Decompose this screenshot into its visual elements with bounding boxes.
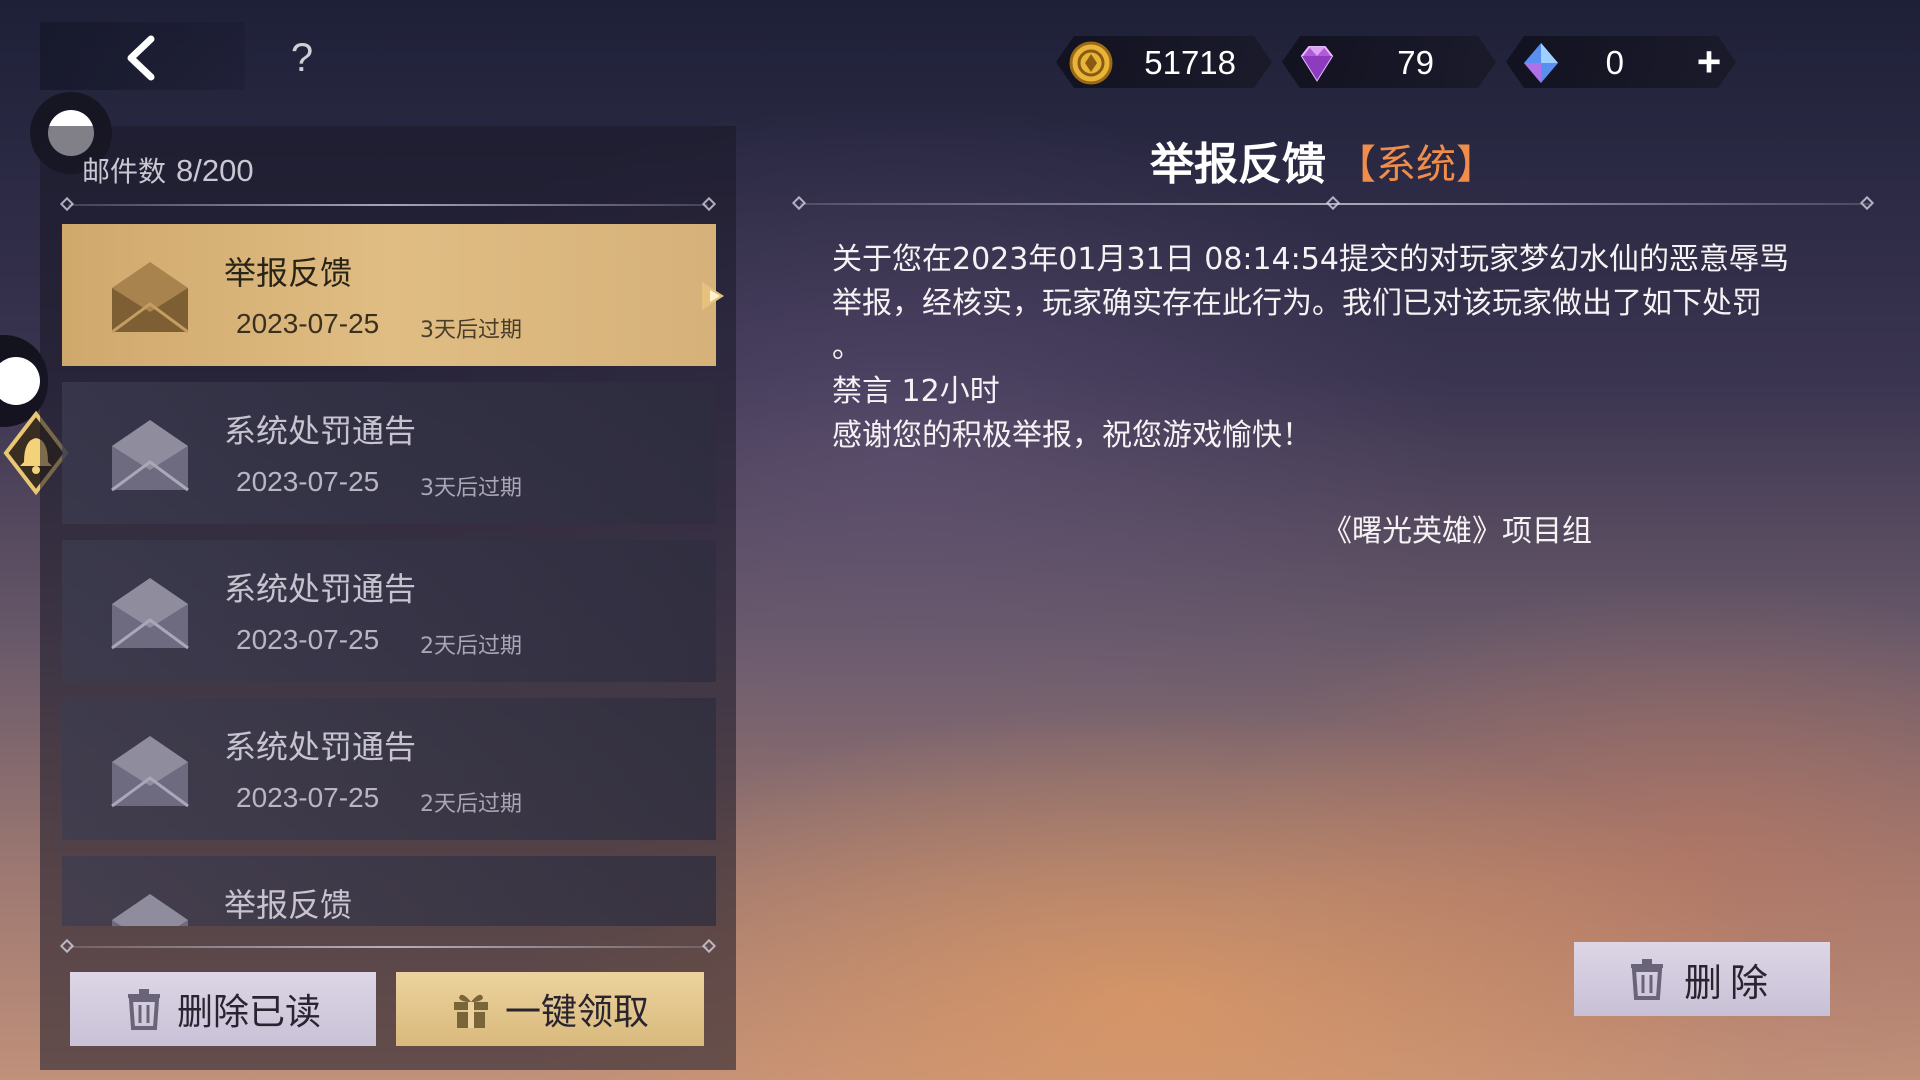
diamond-amount: 79 [1397, 44, 1434, 81]
mail-item-expire: 3天后过期 [420, 476, 522, 501]
mail-count-label: 邮件数 [82, 155, 167, 188]
mail-item[interactable]: 系统处罚通告 2023-07-25 3天后过期 [62, 382, 716, 524]
mail-item-date: 2023-07-25 [236, 624, 380, 655]
trash-icon [1630, 959, 1663, 1000]
envelope-icon [111, 262, 189, 334]
selected-indicator-icon [702, 282, 724, 310]
body-line: 感谢您的积极举报，祝您游戏愉快！ [832, 418, 1312, 453]
mail-item-date: 2023-07-25 [236, 308, 380, 339]
mail-item-expire: 3天后过期 [420, 318, 522, 343]
delete-mail-label: 删除 [1683, 960, 1776, 1005]
body-line: 关于您在2023年01月31日 08:14:54提交的对玩家梦幻水仙的恶意辱骂 [832, 242, 1789, 277]
claim-all-button[interactable]: 一键领取 [396, 972, 704, 1046]
mail-item-expire: 2天后过期 [420, 792, 522, 817]
body-line: 举报，经核实，玩家确实存在此行为。我们已对该玩家做出了如下处罚 [832, 286, 1762, 321]
envelope-icon [112, 894, 188, 926]
mail-detail-tag: 【系统】 [1336, 142, 1496, 188]
help-button[interactable]: ? [282, 34, 322, 82]
body-line: 。 [832, 330, 862, 365]
divider-end [791, 195, 807, 211]
blue-crystal-icon [1518, 40, 1564, 86]
mail-count: 邮件数 8/200 [82, 150, 254, 190]
mail-item-date: 2023-07-25 [236, 466, 380, 497]
mail-item[interactable]: 举报反馈 2023-07-25 3天后过期 [62, 224, 716, 366]
mail-item[interactable]: 系统处罚通告 2023-07-25 2天后过期 [62, 540, 716, 682]
envelope-icon [111, 736, 189, 808]
envelope-icon [111, 578, 189, 650]
currency-gold: 51718 [1056, 36, 1272, 88]
add-currency-button[interactable]: + [1690, 36, 1728, 88]
mail-item-date: 2023-07-25 [236, 782, 380, 813]
list-top-divider [68, 204, 708, 206]
mail-item-title: 举报反馈 [224, 886, 353, 924]
gift-icon [453, 994, 488, 1028]
crystal-amount: 0 [1605, 44, 1624, 81]
purple-diamond-icon [1294, 40, 1340, 86]
body-line: 禁言 12小时 [832, 374, 1000, 409]
back-button[interactable] [118, 34, 162, 82]
mail-item[interactable]: 系统处罚通告 2023-07-25 2天后过期 [62, 698, 716, 840]
mail-list[interactable]: 举报反馈 2023-07-25 3天后过期 系统处罚通告 2023-07-25 … [62, 224, 718, 926]
mail-item-title: 系统处罚通告 [224, 412, 417, 450]
mail-count-value: 8/200 [176, 153, 254, 188]
mail-item-title: 系统处罚通告 [224, 570, 417, 608]
mail-detail-body: 关于您在2023年01月31日 08:14:54提交的对玩家梦幻水仙的恶意辱骂 … [832, 238, 1852, 458]
gold-coin-icon [1068, 40, 1114, 86]
delete-read-button[interactable]: 删除已读 [70, 972, 376, 1046]
divider-center [1325, 195, 1341, 211]
claim-all-label: 一键领取 [504, 992, 649, 1033]
envelope-icon [111, 420, 189, 492]
trash-icon [127, 989, 160, 1030]
mail-item[interactable]: 举报反馈 [62, 856, 716, 926]
mail-item-expire: 2天后过期 [420, 634, 522, 659]
gold-amount: 51718 [1144, 44, 1236, 81]
chevron-left-icon [127, 35, 155, 81]
delete-read-label: 删除已读 [176, 992, 321, 1033]
delete-mail-button[interactable]: 删除 [1574, 942, 1830, 1016]
list-bottom-divider [68, 946, 708, 948]
currency-diamond: 79 [1282, 36, 1496, 88]
mail-item-title: 系统处罚通告 [224, 728, 417, 766]
mail-detail-title: 举报反馈 [1150, 139, 1326, 190]
mail-signature: 《曙光英雄》项目组 [1322, 514, 1592, 549]
mail-item-title: 举报反馈 [224, 254, 353, 292]
divider-end [1859, 195, 1875, 211]
